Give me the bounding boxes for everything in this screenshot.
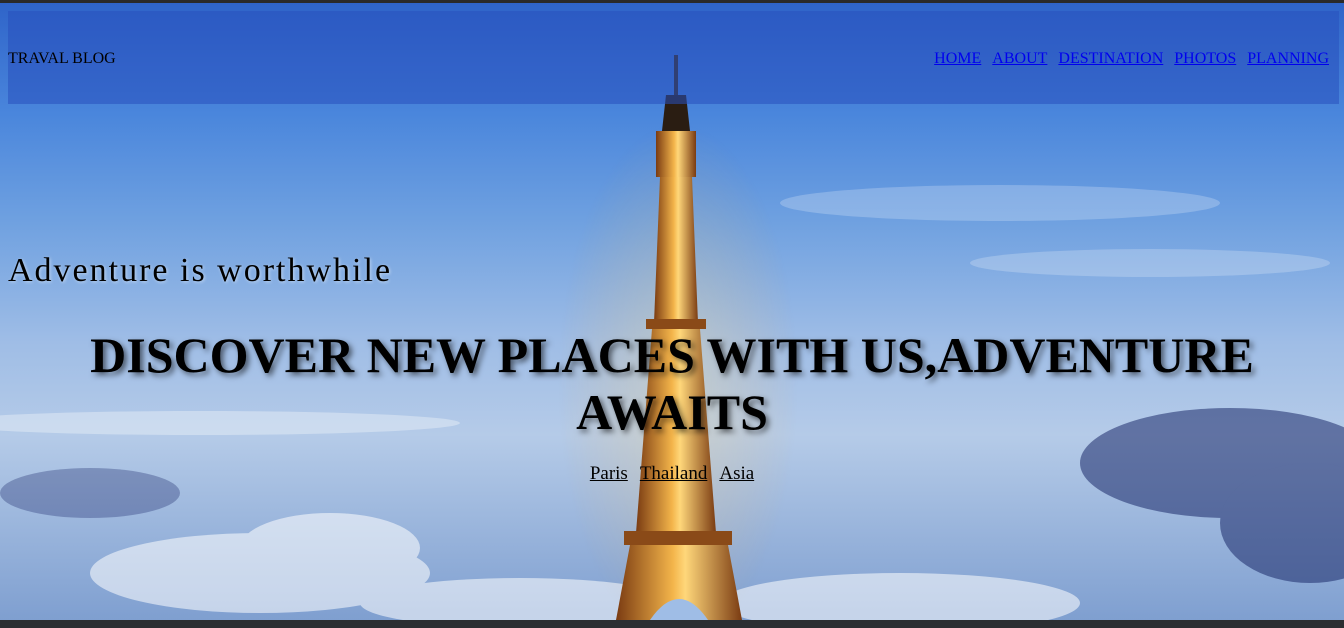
destination-link-paris[interactable]: Paris [590,463,628,485]
navbar: TRAVAL BLOG HOME ABOUT DESTINATION PHOTO… [8,11,1339,104]
destination-links: Paris Thailand Asia [0,463,1344,485]
nav-link-planning[interactable]: PLANNING [1247,50,1329,68]
destination-link-asia[interactable]: Asia [719,463,754,485]
hero-section: TRAVAL BLOG HOME ABOUT DESTINATION PHOTO… [0,3,1344,620]
bottom-bar [0,620,1344,628]
nav-link-home[interactable]: HOME [934,50,981,68]
hero-headline: DISCOVER NEW PLACES WITH US,ADVENTURE AW… [90,327,1254,440]
hero-tagline: Adventure is worthwhile [8,252,393,289]
destination-link-thailand[interactable]: Thailand [640,463,708,485]
nav-links: HOME ABOUT DESTINATION PHOTOS PLANNING [934,50,1329,68]
nav-link-photos[interactable]: PHOTOS [1174,50,1236,68]
nav-link-destination[interactable]: DESTINATION [1058,50,1163,68]
nav-link-about[interactable]: ABOUT [992,50,1047,68]
site-brand[interactable]: TRAVAL BLOG [8,50,116,68]
